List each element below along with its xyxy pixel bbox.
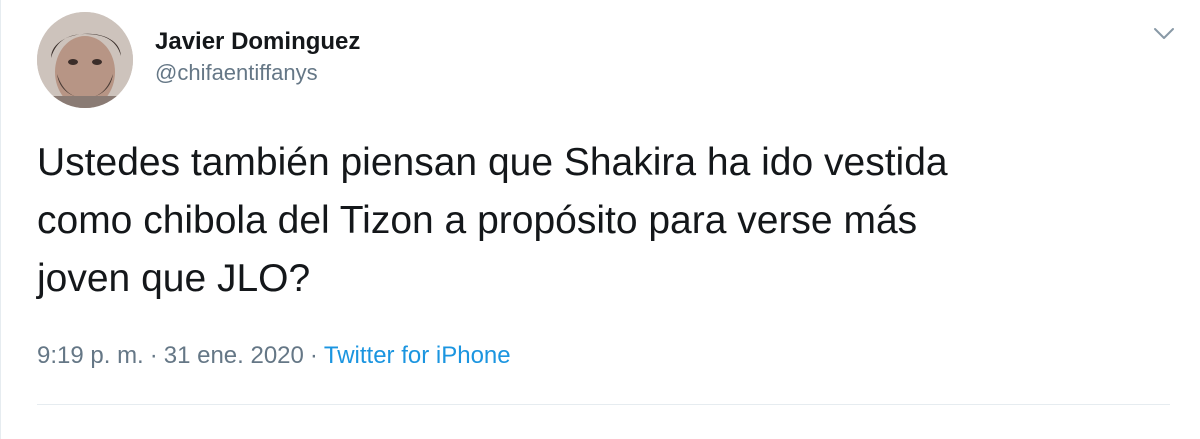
tweet-date[interactable]: 31 ene. 2020	[164, 342, 304, 369]
tweet-header: Javier Dominguez @chifaentiffanys	[37, 12, 360, 108]
tweet-card: Javier Dominguez @chifaentiffanys Ustede…	[0, 0, 1200, 439]
tweet-time[interactable]: 9:19 p. m.	[37, 342, 144, 369]
divider	[37, 404, 1170, 405]
tweet-metadata: 9:19 p. m. · 31 ene. 2020 · Twitter for iPho…	[37, 340, 511, 372]
avatar-image	[37, 12, 133, 108]
author-names: Javier Dominguez @chifaentiffanys	[155, 26, 360, 88]
meta-separator: ·	[309, 342, 318, 369]
tweet-text: Ustedes también piensan que Shakira ha i…	[37, 141, 948, 300]
chevron-down-icon	[1154, 28, 1174, 39]
tweet-menu-button[interactable]	[1150, 22, 1178, 46]
meta-separator: ·	[149, 342, 158, 369]
handle[interactable]: @chifaentiffanys	[155, 58, 360, 88]
display-name[interactable]: Javier Dominguez	[155, 26, 360, 58]
tweet-source-link[interactable]: Twitter for iPhone	[324, 342, 511, 369]
avatar[interactable]	[37, 12, 133, 108]
